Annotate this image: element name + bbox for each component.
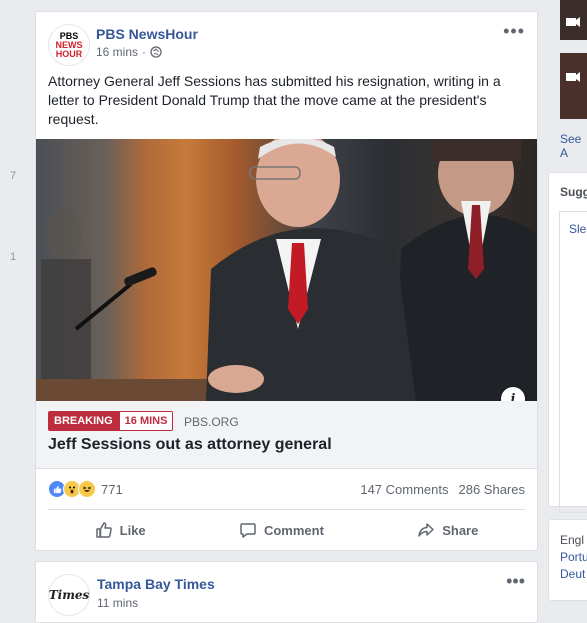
- comment-icon: [240, 523, 256, 538]
- feed-post: PBS NEWS HOUR PBS NewsHour 16 mins · •••…: [35, 11, 538, 551]
- story-thumbnail[interactable]: [560, 0, 587, 40]
- logo-line: HOUR: [55, 48, 83, 59]
- post-time[interactable]: 11 mins: [97, 596, 138, 610]
- like-label: Like: [119, 522, 146, 538]
- see-all-link[interactable]: See A: [560, 132, 587, 160]
- language-card: Engl Portu Deut: [548, 519, 587, 601]
- post-time[interactable]: 16 mins: [96, 45, 138, 59]
- globe-icon: [150, 46, 162, 58]
- link-headline[interactable]: Jeff Sessions out as attorney general: [48, 436, 332, 454]
- language-link[interactable]: Deut: [560, 567, 585, 581]
- action-divider: [48, 509, 525, 510]
- share-button[interactable]: Share: [417, 521, 478, 539]
- page-name-link[interactable]: Tampa Bay Times: [97, 576, 215, 592]
- more-options-icon[interactable]: •••: [506, 572, 525, 590]
- photo-illustration: [36, 139, 537, 401]
- suggestion-item[interactable]: Sle: [559, 211, 587, 513]
- post-text: Attorney General Jeff Sessions has submi…: [48, 73, 501, 127]
- page-avatar[interactable]: PBS NEWS HOUR: [48, 24, 90, 66]
- story-thumbnail[interactable]: [560, 53, 587, 119]
- video-icon: [566, 72, 580, 82]
- reaction-summary[interactable]: 771: [48, 480, 123, 498]
- shares-count[interactable]: 286 Shares: [459, 482, 526, 497]
- dot-separator: ·: [142, 45, 147, 59]
- page-name-link[interactable]: PBS NewsHour: [96, 26, 198, 42]
- comment-label: Comment: [263, 522, 324, 538]
- post-header: PBS NEWS HOUR PBS NewsHour 16 mins · •••: [48, 22, 525, 68]
- language-link[interactable]: Engl: [560, 533, 584, 547]
- breaking-label: BREAKING: [48, 411, 119, 431]
- left-number: 7: [10, 170, 17, 182]
- breaking-badge: BREAKING 16 MINS: [48, 411, 174, 431]
- suggestions-card: Sugg Sle: [548, 172, 587, 513]
- like-button[interactable]: Like: [95, 521, 146, 539]
- reactions-row: 771 147 Comments 286 Shares: [48, 478, 525, 500]
- post-photo[interactable]: i: [36, 139, 537, 401]
- thumbs-up-icon: [95, 522, 112, 538]
- reaction-count: 771: [101, 481, 123, 497]
- feed-post: Times Tampa Bay Times 11 mins •••: [35, 561, 538, 623]
- post-meta: 16 mins ·: [96, 45, 162, 59]
- share-icon: [418, 523, 434, 537]
- left-number: 1: [10, 251, 17, 263]
- comments-count[interactable]: 147 Comments: [360, 482, 448, 497]
- pbs-logo: PBS NEWS HOUR: [55, 31, 83, 59]
- link-preview[interactable]: BREAKING 16 MINS PBS.ORG Jeff Sessions o…: [36, 401, 537, 469]
- page-avatar[interactable]: Times: [48, 574, 90, 616]
- suggestions-title: Sugg: [560, 185, 587, 199]
- haha-icon: [78, 480, 96, 498]
- breaking-time: 16 MINS: [118, 411, 174, 431]
- video-icon: [566, 17, 580, 27]
- link-domain: PBS.ORG: [184, 415, 239, 429]
- share-label: Share: [442, 522, 479, 538]
- engagement-counts: 147 Comments 286 Shares: [360, 482, 525, 497]
- more-options-icon[interactable]: •••: [503, 22, 525, 40]
- language-link[interactable]: Portu: [560, 550, 587, 564]
- comment-button[interactable]: Comment: [239, 521, 324, 539]
- post-actions: Like Comment Share: [48, 517, 525, 543]
- suggestion-link[interactable]: Sle: [569, 222, 586, 236]
